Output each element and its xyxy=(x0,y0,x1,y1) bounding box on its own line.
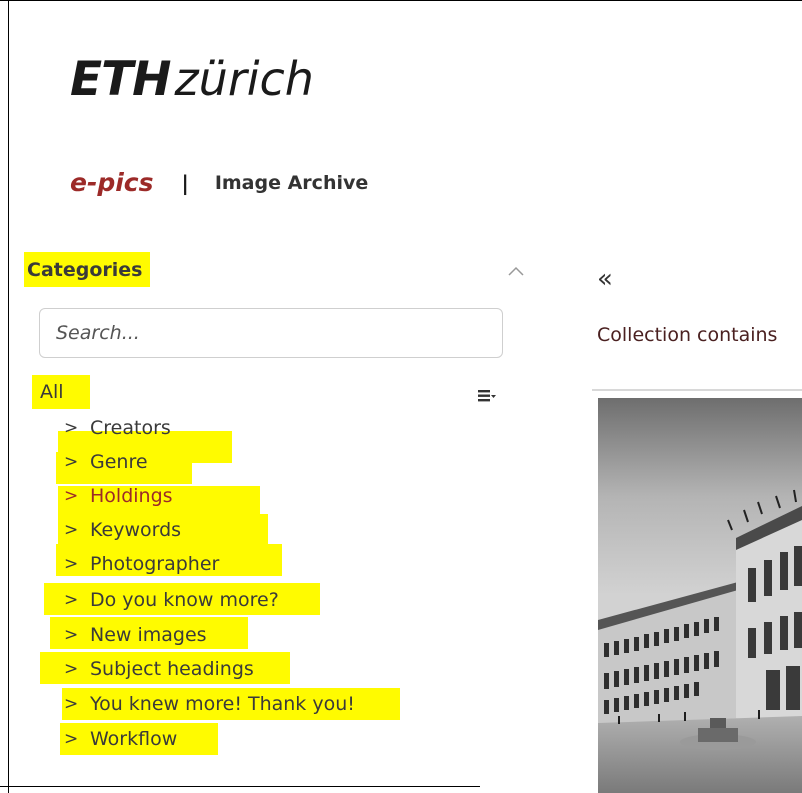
tree-item-label: Subject headings xyxy=(90,658,254,680)
frame-left-border xyxy=(8,0,9,793)
tree-item-subject-headings[interactable]: > Subject headings xyxy=(64,654,254,684)
brand-row: e-pics | Image Archive xyxy=(70,168,368,197)
tree-item-label: Do you know more? xyxy=(90,589,279,611)
tree-item-label: Holdings xyxy=(90,485,173,507)
expand-arrow-icon[interactable]: > xyxy=(64,452,90,472)
tree-item-keywords[interactable]: > Keywords xyxy=(64,515,181,545)
tree-item-do-you-know-more[interactable]: > Do you know more? xyxy=(64,585,279,615)
tree-item-label: Creators xyxy=(90,417,171,439)
building-photo xyxy=(598,398,802,793)
expand-arrow-icon[interactable]: > xyxy=(64,418,90,438)
frame-top-border xyxy=(0,0,802,1)
tree-item-label: Genre xyxy=(90,451,148,473)
tree-item-creators[interactable]: > Creators xyxy=(64,413,171,443)
categories-heading: Categories xyxy=(24,252,150,287)
e-pics-brand-link[interactable]: e-pics xyxy=(70,168,154,197)
logo-zurich: zürich xyxy=(174,52,314,106)
result-thumbnail[interactable] xyxy=(598,398,802,793)
expand-arrow-icon[interactable]: > xyxy=(64,590,90,610)
double-chevron-left-icon[interactable]: « xyxy=(597,264,613,294)
chevron-up-icon[interactable] xyxy=(506,264,526,278)
expand-arrow-icon[interactable]: > xyxy=(64,659,90,679)
expand-arrow-icon[interactable]: > xyxy=(64,554,90,574)
tree-item-you-knew-more[interactable]: > You knew more! Thank you! xyxy=(64,689,355,719)
tree-item-label: Keywords xyxy=(90,519,182,541)
category-search-box[interactable] xyxy=(39,308,503,358)
results-divider xyxy=(592,389,802,391)
tree-item-label: Workflow xyxy=(90,728,178,750)
expand-arrow-icon[interactable]: > xyxy=(64,625,90,645)
tree-item-photographer[interactable]: > Photographer xyxy=(64,549,219,579)
tree-item-all[interactable]: All xyxy=(32,375,90,409)
collection-count-text: Collection contains xyxy=(597,324,778,346)
tree-item-workflow[interactable]: > Workflow xyxy=(64,724,177,754)
expand-arrow-icon[interactable]: > xyxy=(64,486,90,506)
tree-item-label: You knew more! Thank you! xyxy=(90,693,355,715)
tree-item-label: Photographer xyxy=(90,553,220,575)
tree-item-genre[interactable]: > Genre xyxy=(64,447,148,477)
tree-item-holdings[interactable]: > Holdings xyxy=(64,481,173,511)
expand-arrow-icon[interactable]: > xyxy=(64,694,90,714)
expand-arrow-icon[interactable]: > xyxy=(64,729,90,749)
list-options-icon[interactable] xyxy=(478,389,496,403)
logo-eth: ETH xyxy=(70,52,172,107)
category-search-input[interactable] xyxy=(40,309,502,357)
eth-zurich-logo[interactable]: ETH zürich xyxy=(70,52,314,112)
image-archive-label[interactable]: Image Archive xyxy=(215,172,368,194)
frame-bottom-border xyxy=(0,786,480,787)
expand-arrow-icon[interactable]: > xyxy=(64,520,90,540)
tree-item-new-images[interactable]: > New images xyxy=(64,620,207,650)
tree-item-label: New images xyxy=(90,624,207,646)
brand-separator: | xyxy=(181,170,189,195)
